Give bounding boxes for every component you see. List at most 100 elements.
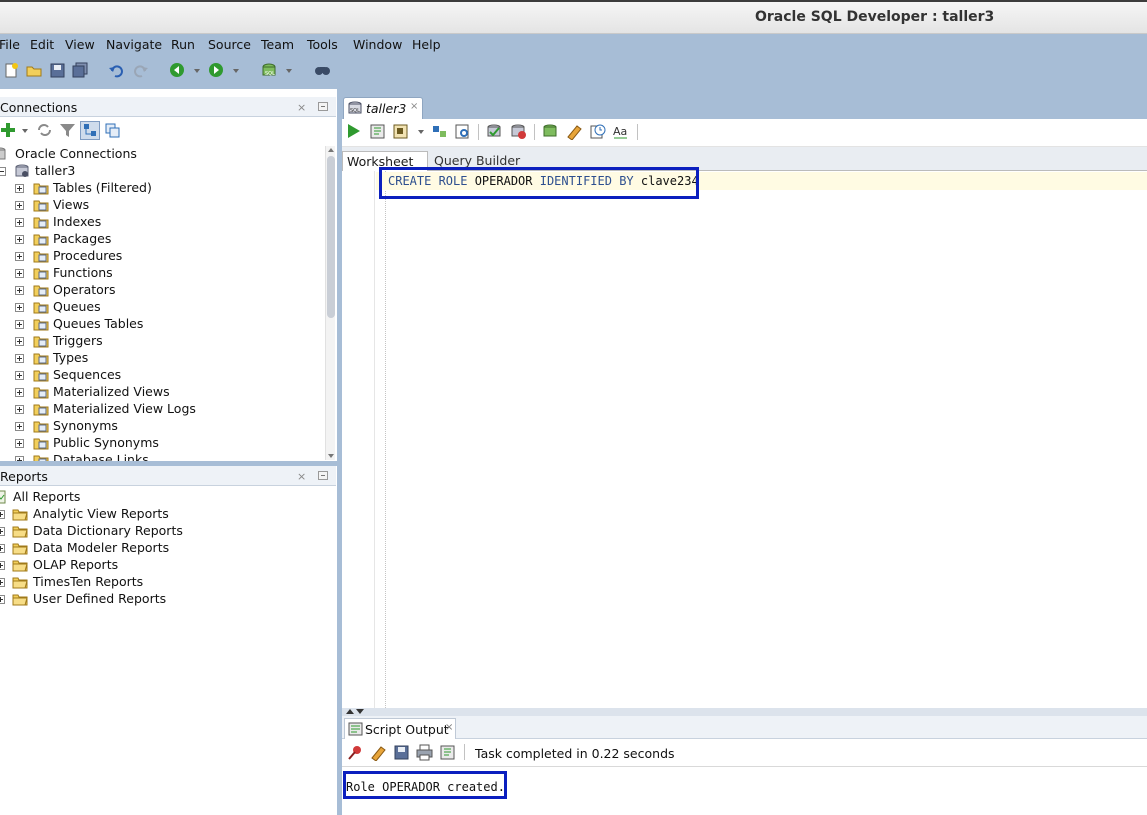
refresh-icon[interactable]	[36, 122, 53, 139]
expand-icon[interactable]	[15, 201, 24, 210]
explain-plan-icon[interactable]	[431, 123, 448, 140]
editor-resize-bar[interactable]	[342, 708, 1147, 716]
tree-item[interactable]: Synonyms	[0, 418, 322, 435]
tree-item[interactable]: Views	[0, 197, 322, 214]
expand-icon[interactable]	[15, 371, 24, 380]
tree-item[interactable]: Database Links	[0, 452, 322, 461]
scroll-up-icon[interactable]	[328, 148, 334, 152]
unshared-sql-icon[interactable]	[542, 123, 559, 140]
expand-up-icon[interactable]	[346, 709, 354, 714]
commit-icon[interactable]	[486, 123, 503, 140]
autotrace-dropdown-icon[interactable]	[418, 130, 424, 134]
output-options-icon[interactable]	[439, 744, 456, 761]
tree-item[interactable]: Functions	[0, 265, 322, 282]
menu-help[interactable]: Help	[412, 37, 441, 52]
new-icon[interactable]	[3, 62, 20, 79]
save-all-icon[interactable]	[72, 62, 89, 79]
menu-edit[interactable]: Edit	[30, 37, 54, 52]
menu-window[interactable]: Window	[353, 37, 402, 52]
rollback-icon[interactable]	[510, 123, 527, 140]
menu-source[interactable]: Source	[208, 37, 251, 52]
tree-item[interactable]: Materialized View Logs	[0, 401, 322, 418]
tree-item[interactable]: Types	[0, 350, 322, 367]
menu-view[interactable]: View	[65, 37, 95, 52]
clear-icon[interactable]	[566, 123, 583, 140]
expand-icon[interactable]	[0, 578, 5, 587]
expand-icon[interactable]	[15, 252, 24, 261]
report-item[interactable]: Analytic View Reports	[0, 506, 320, 523]
format-case-icon[interactable]: Aa	[612, 123, 629, 140]
report-item[interactable]: Data Modeler Reports	[0, 540, 320, 557]
sql-dropdown-icon[interactable]	[286, 69, 292, 73]
filter-icon[interactable]	[59, 122, 76, 139]
schema-browser-icon[interactable]	[80, 121, 100, 140]
menu-navigate[interactable]: Navigate	[106, 37, 162, 52]
tree-item[interactable]: Indexes	[0, 214, 322, 231]
back-icon[interactable]	[169, 62, 186, 79]
expand-icon[interactable]	[0, 561, 5, 570]
expand-icon[interactable]	[15, 405, 24, 414]
clear-output-icon[interactable]	[370, 744, 387, 761]
report-item[interactable]: TimesTen Reports	[0, 574, 320, 591]
collapse-icon[interactable]	[0, 167, 6, 176]
tree-item[interactable]: Materialized Views	[0, 384, 322, 401]
save-output-icon[interactable]	[393, 744, 410, 761]
expand-icon[interactable]	[0, 595, 5, 604]
autotrace-icon[interactable]	[392, 123, 409, 140]
forward-dropdown-icon[interactable]	[233, 69, 239, 73]
menu-tools[interactable]: Tools	[307, 37, 338, 52]
collapse-all-icon[interactable]	[104, 122, 121, 139]
expand-icon[interactable]	[15, 422, 24, 431]
tree-item[interactable]: Packages	[0, 231, 322, 248]
scroll-down-icon[interactable]	[328, 454, 334, 458]
tree-connection-taller3[interactable]: taller3	[0, 163, 320, 180]
run-script-icon[interactable]	[369, 123, 386, 140]
expand-icon[interactable]	[15, 337, 24, 346]
tree-item[interactable]: Tables (Filtered)	[0, 180, 322, 197]
script-output-body[interactable]: Role OPERADOR created.	[342, 767, 1147, 815]
add-connection-icon[interactable]	[0, 122, 17, 139]
sql-editor[interactable]: CREATE ROLE OPERADOR IDENTIFIED BY clave…	[342, 167, 1147, 708]
open-icon[interactable]	[26, 62, 43, 79]
tree-item[interactable]: Queues	[0, 299, 322, 316]
menu-run[interactable]: Run	[171, 37, 195, 52]
tree-root-all-reports[interactable]: All Reports	[0, 489, 320, 506]
report-item[interactable]: OLAP Reports	[0, 557, 320, 574]
run-statement-icon[interactable]	[345, 123, 362, 140]
tree-root-oracle-connections[interactable]: Oracle Connections	[0, 146, 320, 163]
tab-taller3[interactable]: SQL taller3 ×	[343, 97, 423, 119]
reports-close-icon[interactable]: ×	[297, 470, 306, 483]
undo-icon[interactable]	[108, 62, 125, 79]
add-connection-dropdown-icon[interactable]	[22, 129, 28, 133]
redo-icon[interactable]	[132, 62, 149, 79]
tab-close-icon[interactable]: ×	[410, 101, 418, 112]
expand-icon[interactable]	[0, 510, 5, 519]
tree-item[interactable]: Operators	[0, 282, 322, 299]
back-dropdown-icon[interactable]	[194, 69, 200, 73]
expand-icon[interactable]	[0, 544, 5, 553]
scrollbar-thumb[interactable]	[327, 156, 335, 318]
tab-close-icon[interactable]: ×	[445, 722, 453, 733]
expand-icon[interactable]	[15, 184, 24, 193]
sql-connection-icon[interactable]: SQL	[261, 62, 278, 79]
tab-script-output[interactable]: Script Output ×	[344, 718, 456, 739]
tree-item[interactable]: Triggers	[0, 333, 322, 350]
sql-history-icon[interactable]	[589, 123, 606, 140]
expand-icon[interactable]	[15, 303, 24, 312]
expand-icon[interactable]	[15, 218, 24, 227]
expand-icon[interactable]	[15, 235, 24, 244]
save-icon[interactable]	[49, 62, 66, 79]
find-icon[interactable]	[314, 62, 331, 79]
connections-close-icon[interactable]: ×	[297, 101, 306, 114]
tree-item[interactable]: Sequences	[0, 367, 322, 384]
forward-icon[interactable]	[208, 62, 225, 79]
expand-icon[interactable]	[15, 388, 24, 397]
tree-item[interactable]: Procedures	[0, 248, 322, 265]
expand-icon[interactable]	[15, 269, 24, 278]
expand-icon[interactable]	[15, 354, 24, 363]
menu-team[interactable]: Team	[261, 37, 294, 52]
expand-icon[interactable]	[15, 320, 24, 329]
sql-tuning-icon[interactable]	[454, 123, 471, 140]
tree-item[interactable]: Public Synonyms	[0, 435, 322, 452]
menu-file[interactable]: File	[0, 37, 20, 52]
